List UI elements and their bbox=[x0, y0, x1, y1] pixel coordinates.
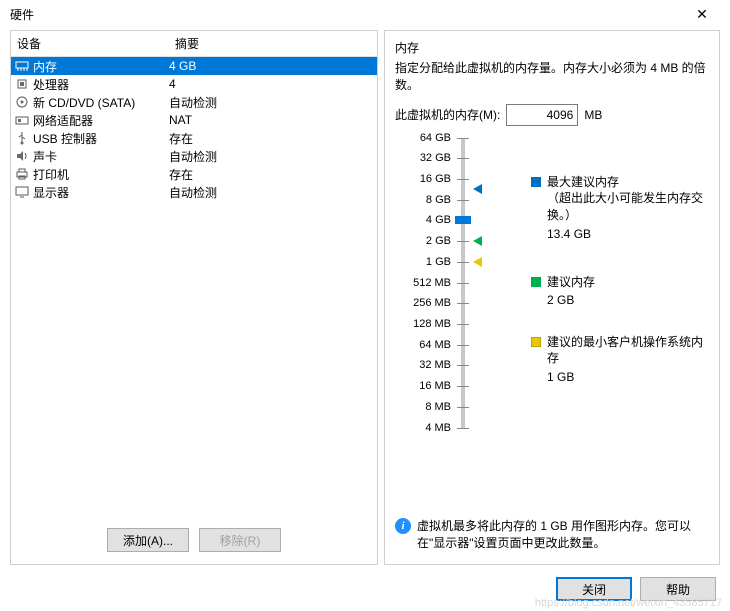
slider-tick: 256 MB bbox=[413, 297, 451, 309]
close-button[interactable]: 关闭 bbox=[556, 577, 632, 601]
memory-slider[interactable]: 64 GB32 GB16 GB8 GB4 GB2 GB1 GB512 MB256… bbox=[403, 138, 709, 438]
memory-panel: 内存 指定分配给此虚拟机的内存量。内存大小必须为 4 MB 的倍数。 此虚拟机的… bbox=[384, 30, 720, 565]
cpu-icon bbox=[13, 76, 31, 92]
header-summary: 摘要 bbox=[169, 31, 377, 56]
printer-icon bbox=[13, 166, 31, 182]
triangle-max-icon bbox=[473, 184, 482, 194]
triangle-min-icon bbox=[473, 257, 482, 267]
device-summary: 4 GB bbox=[169, 59, 375, 73]
slider-tick: 128 MB bbox=[413, 318, 451, 330]
remove-button[interactable]: 移除(R) bbox=[199, 528, 281, 552]
legend-rec-title: 建议内存 bbox=[547, 274, 595, 291]
slider-tick: 1 GB bbox=[426, 256, 451, 268]
device-label: 处理器 bbox=[33, 76, 169, 93]
device-table-header: 设备 摘要 bbox=[11, 31, 377, 57]
device-row[interactable]: 处理器4 bbox=[11, 75, 377, 93]
disc-icon bbox=[13, 94, 31, 110]
memory-field-label: 此虚拟机的内存(M): bbox=[395, 106, 500, 123]
device-summary: 存在 bbox=[169, 130, 375, 147]
memory-unit: MB bbox=[584, 108, 602, 122]
device-label: 声卡 bbox=[33, 148, 169, 165]
device-row[interactable]: 网络适配器NAT bbox=[11, 111, 377, 129]
device-summary: NAT bbox=[169, 113, 375, 127]
memory-input[interactable] bbox=[506, 104, 578, 126]
device-label: USB 控制器 bbox=[33, 130, 169, 147]
device-label: 打印机 bbox=[33, 166, 169, 183]
sound-icon bbox=[13, 148, 31, 164]
memory-desc: 指定分配给此虚拟机的内存量。内存大小必须为 4 MB 的倍数。 bbox=[395, 60, 709, 94]
memory-info-text: 虚拟机最多将此内存的 1 GB 用作图形内存。您可以在"显示器"设置页面中更改此… bbox=[417, 518, 709, 552]
slider-tick: 32 MB bbox=[419, 359, 451, 371]
device-row[interactable]: 内存4 GB bbox=[11, 57, 377, 75]
help-button[interactable]: 帮助 bbox=[640, 577, 716, 601]
device-row[interactable]: 显示器自动检测 bbox=[11, 183, 377, 201]
slider-tick: 8 MB bbox=[425, 401, 451, 413]
device-row[interactable]: 打印机存在 bbox=[11, 165, 377, 183]
triangle-rec-icon bbox=[473, 236, 482, 246]
add-button[interactable]: 添加(A)... bbox=[107, 528, 189, 552]
slider-tick: 32 GB bbox=[420, 152, 451, 164]
device-row[interactable]: 新 CD/DVD (SATA)自动检测 bbox=[11, 93, 377, 111]
device-label: 网络适配器 bbox=[33, 112, 169, 129]
device-label: 内存 bbox=[33, 58, 169, 75]
nic-icon bbox=[13, 112, 31, 128]
slider-tick: 16 MB bbox=[419, 380, 451, 392]
close-icon[interactable]: ✕ bbox=[682, 6, 722, 23]
legend-max-value: 13.4 GB bbox=[547, 226, 711, 243]
window-title: 硬件 bbox=[10, 6, 34, 23]
legend-rec-value: 2 GB bbox=[547, 292, 595, 309]
legend-min-title: 建议的最小客户机操作系统内存 bbox=[547, 334, 711, 368]
square-icon-blue bbox=[531, 177, 541, 187]
slider-tick: 64 GB bbox=[420, 132, 451, 144]
device-summary: 自动检测 bbox=[169, 94, 375, 111]
slider-tick: 2 GB bbox=[426, 235, 451, 247]
display-icon bbox=[13, 184, 31, 200]
device-summary: 自动检测 bbox=[169, 148, 375, 165]
device-row[interactable]: 声卡自动检测 bbox=[11, 147, 377, 165]
info-icon: i bbox=[395, 518, 411, 534]
square-icon-yellow bbox=[531, 337, 541, 347]
slider-tick: 64 MB bbox=[419, 339, 451, 351]
square-icon-green bbox=[531, 277, 541, 287]
device-label: 显示器 bbox=[33, 184, 169, 201]
slider-tick: 8 GB bbox=[426, 194, 451, 206]
memory-icon bbox=[13, 58, 31, 74]
device-summary: 4 bbox=[169, 77, 375, 91]
header-device: 设备 bbox=[11, 31, 169, 56]
slider-tick: 4 GB bbox=[426, 214, 451, 226]
device-label: 新 CD/DVD (SATA) bbox=[33, 94, 169, 111]
legend-max-note: （超出此大小可能发生内存交换。） bbox=[547, 190, 711, 224]
device-row[interactable]: USB 控制器存在 bbox=[11, 129, 377, 147]
slider-tick: 4 MB bbox=[425, 422, 451, 434]
legend-min-value: 1 GB bbox=[547, 369, 711, 386]
usb-icon bbox=[13, 130, 31, 146]
memory-section-title: 内存 bbox=[395, 39, 709, 56]
device-summary: 自动检测 bbox=[169, 184, 375, 201]
slider-tick: 512 MB bbox=[413, 277, 451, 289]
device-panel: 设备 摘要 内存4 GB处理器4新 CD/DVD (SATA)自动检测网络适配器… bbox=[10, 30, 378, 565]
legend-max-title: 最大建议内存 bbox=[547, 174, 711, 191]
device-summary: 存在 bbox=[169, 166, 375, 183]
slider-tick: 16 GB bbox=[420, 173, 451, 185]
slider-thumb[interactable] bbox=[455, 216, 471, 224]
